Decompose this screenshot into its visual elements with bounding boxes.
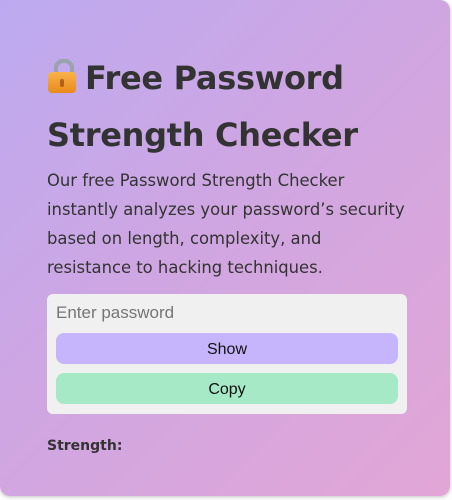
page-title: Free Password Strength Checker [47, 50, 406, 164]
page-title-text: Free Password Strength Checker [47, 59, 358, 154]
password-panel: Show Copy [47, 294, 407, 414]
page-description: Our free Password Strength Checker insta… [47, 171, 405, 277]
password-checker-card: Free Password Strength Checker Our free … [0, 0, 450, 496]
lock-icon [47, 55, 77, 95]
password-input[interactable] [56, 299, 398, 327]
strength-label: Strength: [47, 438, 123, 454]
copy-button[interactable]: Copy [56, 373, 398, 404]
show-button[interactable]: Show [56, 333, 398, 364]
